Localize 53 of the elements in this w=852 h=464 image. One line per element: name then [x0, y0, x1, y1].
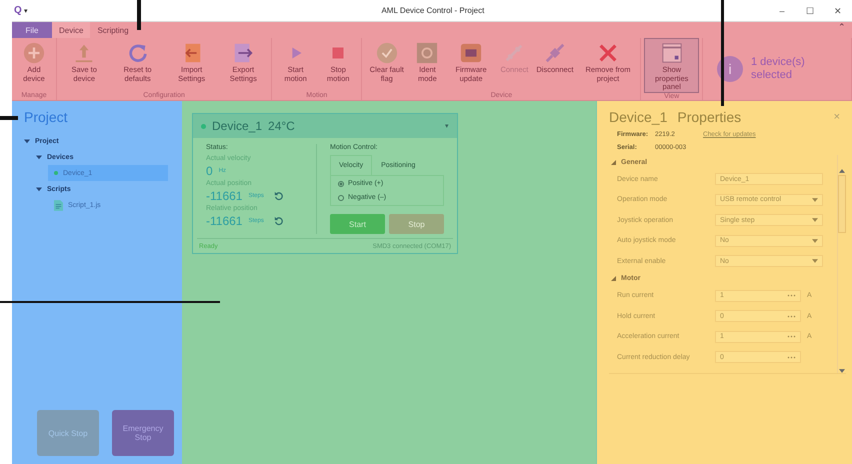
minimize-button[interactable]: –: [768, 6, 796, 16]
panel-title: Project: [24, 109, 69, 125]
plug-icon: [544, 42, 566, 64]
reading-value: 0: [206, 164, 213, 178]
ellipsis-icon[interactable]: [787, 356, 796, 359]
scrollbar[interactable]: [837, 155, 846, 373]
radio-button[interactable]: [338, 194, 344, 200]
close-button[interactable]: ✕: [824, 6, 852, 16]
app-logo: Q: [14, 5, 22, 16]
dropdown-arrow-icon: [812, 198, 818, 202]
caret-down-icon[interactable]: [36, 154, 42, 160]
start-button[interactable]: Start: [330, 214, 385, 234]
dropdown-arrow-icon: [812, 259, 818, 264]
ellipsis-icon[interactable]: [787, 335, 796, 338]
plus-icon: [22, 42, 45, 64]
file-menu-tab[interactable]: File: [12, 22, 52, 38]
window-title: AML Device Control - Project: [380, 6, 486, 15]
status-dot: [201, 124, 206, 128]
target-icon: [416, 42, 438, 64]
scroll-down-icon[interactable]: [839, 369, 845, 373]
dropdown-arrow-icon: [812, 238, 818, 243]
reset-icon[interactable]: [274, 216, 284, 226]
emergency-stop-button[interactable]: Emergency Stop: [112, 410, 174, 456]
ellipsis-icon[interactable]: [787, 314, 796, 318]
selection-info: 1 device(s) selected: [751, 56, 806, 82]
panel-title: Properties: [677, 109, 742, 125]
panel-icon: [660, 42, 683, 64]
maximize-button[interactable]: ☐: [796, 6, 824, 16]
close-icon: [596, 42, 619, 64]
temperature: 24°C: [268, 119, 295, 133]
dropdown-arrow-icon: [812, 218, 818, 222]
file-icon: [54, 200, 63, 210]
scroll-thumb[interactable]: [838, 175, 846, 233]
reading-value: -11661: [206, 214, 242, 228]
caret-down-icon[interactable]: [24, 138, 30, 144]
device-name: Device_1: [609, 109, 668, 125]
reset-icon[interactable]: [274, 191, 284, 201]
scroll-up-icon[interactable]: [839, 169, 845, 173]
export-icon: [232, 42, 254, 64]
reading-value: -11661: [206, 189, 242, 203]
device-name: Device_1: [212, 119, 262, 133]
check-icon: [376, 42, 398, 64]
ribbon-tab[interactable]: Scripting: [90, 22, 136, 38]
ribbon-tab[interactable]: Device: [52, 22, 90, 38]
upload-icon: [73, 42, 96, 64]
caret-down-icon[interactable]: [36, 186, 42, 192]
reset-icon: [126, 42, 149, 64]
collapse-ribbon-icon[interactable]: ⌃: [838, 22, 846, 38]
radio-button[interactable]: [338, 180, 344, 186]
caret-down-icon[interactable]: [611, 276, 616, 281]
caret-down-icon[interactable]: [611, 160, 616, 164]
chip-icon: [460, 42, 482, 64]
ellipsis-icon[interactable]: [787, 294, 796, 298]
